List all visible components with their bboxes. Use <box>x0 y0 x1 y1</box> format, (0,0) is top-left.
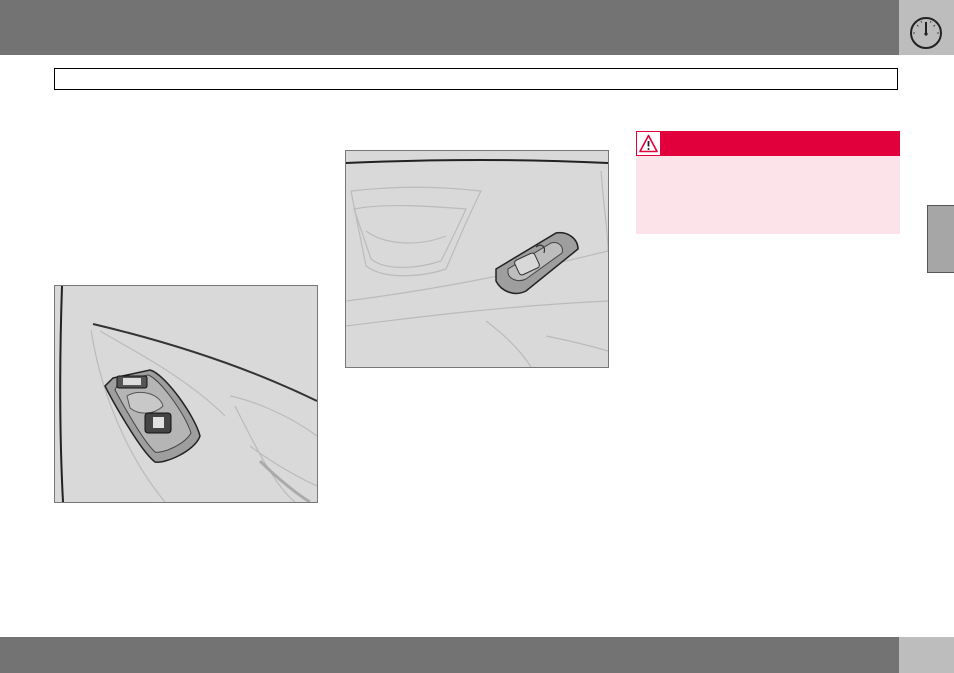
warning-icon-box <box>637 132 660 155</box>
warning-header <box>636 131 900 156</box>
window-switch-illustration <box>346 151 608 367</box>
page-number-box <box>899 637 954 673</box>
gauge-icon <box>910 17 942 49</box>
chapter-icon-box <box>899 0 954 55</box>
section-title-box <box>54 68 898 90</box>
header-bar <box>0 0 899 55</box>
warning-box <box>636 131 900 234</box>
figure-rear-door-switch <box>345 150 609 368</box>
window-switch-illustration <box>55 286 317 502</box>
chapter-side-tab <box>927 205 954 273</box>
figure-front-door-switch <box>54 285 318 503</box>
footer-bar <box>0 637 899 673</box>
warning-triangle-icon <box>639 134 658 153</box>
